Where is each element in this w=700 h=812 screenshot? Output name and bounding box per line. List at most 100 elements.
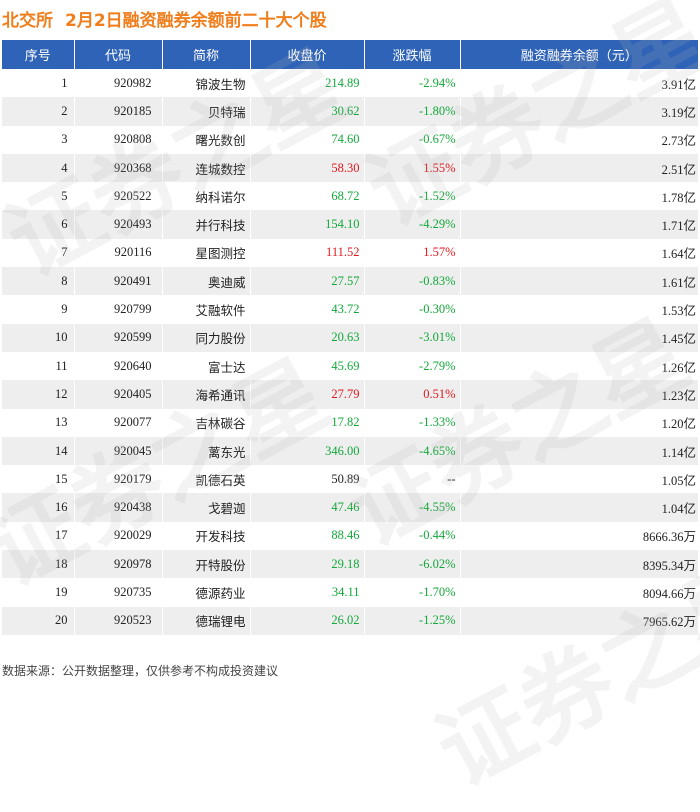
table-row: 19 920735 德源药业 34.11 -1.70% 8094.66万 <box>2 578 698 607</box>
cell-change: -0.67% <box>364 125 461 154</box>
cell-change: -1.25% <box>364 606 461 635</box>
cell-code: 920978 <box>74 550 163 579</box>
cell-balance: 1.05亿 <box>460 465 698 494</box>
balance-unit: 亿 <box>683 161 696 177</box>
cell-code: 920045 <box>74 436 163 466</box>
balance-value: 3.91 <box>661 77 684 92</box>
cell-code: 920029 <box>74 521 163 551</box>
page-title: 2月2日融资融券余额前二十大个股 <box>65 10 327 31</box>
table-row: 2 920185 贝特瑞 30.62 -1.80% 3.19亿 <box>2 97 698 126</box>
table-row: 18 920978 开特股份 29.18 -6.02% 8395.34万 <box>2 550 698 579</box>
balance-value: 1.05 <box>661 473 684 488</box>
cell-name: 星图测控 <box>162 238 251 268</box>
cell-balance: 2.73亿 <box>460 125 698 154</box>
cell-change: -0.83% <box>364 267 461 296</box>
cell-seq: 4 <box>2 153 75 183</box>
balance-value: 1.45 <box>661 332 684 347</box>
cell-seq: 3 <box>2 125 75 154</box>
cell-price: 27.57 <box>250 267 365 296</box>
column-header-balance: 融资融券余额（元） <box>460 40 698 69</box>
cell-code: 920523 <box>74 606 163 635</box>
balance-unit: 亿 <box>683 416 696 432</box>
table-row: 17 920029 开发科技 88.46 -0.44% 8666.36万 <box>2 521 698 551</box>
table-row: 6 920493 并行科技 154.10 -4.29% 1.71亿 <box>2 210 698 239</box>
balance-unit: 亿 <box>683 76 696 92</box>
cell-code: 920640 <box>74 351 163 381</box>
balance-value: 1.71 <box>661 219 684 234</box>
cell-balance: 8666.36万 <box>460 521 698 551</box>
cell-change: 1.57% <box>364 238 461 268</box>
cell-balance: 1.53亿 <box>460 295 698 324</box>
cell-name: 富士达 <box>162 351 251 381</box>
column-header-name: 简称 <box>162 40 251 69</box>
cell-change: -1.33% <box>364 408 461 437</box>
cell-change: -1.52% <box>364 182 461 211</box>
cell-seq: 19 <box>2 578 75 607</box>
cell-code: 920438 <box>74 493 163 522</box>
cell-code: 920179 <box>74 465 163 494</box>
cell-code: 920982 <box>74 69 163 98</box>
table-row: 13 920077 吉林碳谷 17.82 -1.33% 1.20亿 <box>2 408 698 437</box>
cell-seq: 10 <box>2 323 75 352</box>
cell-price: 346.00 <box>250 436 365 466</box>
cell-balance: 1.04亿 <box>460 493 698 522</box>
cell-change: -3.01% <box>364 323 461 352</box>
balance-unit: 亿 <box>683 501 696 517</box>
cell-balance: 2.51亿 <box>460 153 698 183</box>
cell-balance: 3.91亿 <box>460 69 698 98</box>
balance-unit: 亿 <box>683 331 696 347</box>
cell-name: 同力股份 <box>162 323 251 352</box>
balance-unit: 亿 <box>683 387 696 403</box>
table-row: 5 920522 纳科诺尔 68.72 -1.52% 1.78亿 <box>2 182 698 211</box>
cell-name: 戈碧迦 <box>162 493 251 522</box>
cell-seq: 12 <box>2 380 75 409</box>
cell-change: -4.29% <box>364 210 461 239</box>
cell-balance: 8395.34万 <box>460 550 698 579</box>
balance-value: 1.14 <box>661 445 684 460</box>
cell-change: -4.55% <box>364 493 461 522</box>
column-header-price: 收盘价 <box>250 40 365 69</box>
cell-price: 74.60 <box>250 125 365 154</box>
cell-price: 58.30 <box>250 153 365 183</box>
cell-price: 214.89 <box>250 69 365 98</box>
balance-unit: 亿 <box>683 274 696 290</box>
cell-name: 奥迪威 <box>162 267 251 296</box>
cell-seq: 7 <box>2 238 75 268</box>
cell-price: 26.02 <box>250 606 365 635</box>
cell-balance: 7965.62万 <box>460 606 698 635</box>
table-row: 20 920523 德瑞锂电 26.02 -1.25% 7965.62万 <box>2 606 698 635</box>
cell-seq: 13 <box>2 408 75 437</box>
cell-code: 920491 <box>74 267 163 296</box>
cell-balance: 1.20亿 <box>460 408 698 437</box>
balance-value: 3.19 <box>661 105 684 120</box>
cell-change: -2.94% <box>364 69 461 98</box>
column-header-change: 涨跌幅 <box>364 40 461 69</box>
balance-unit: 亿 <box>683 104 696 120</box>
cell-change: -- <box>364 465 461 494</box>
cell-seq: 8 <box>2 267 75 296</box>
cell-change: -6.02% <box>364 550 461 579</box>
cell-change: 1.55% <box>364 153 461 183</box>
balance-unit: 万 <box>683 557 696 573</box>
cell-balance: 1.14亿 <box>460 436 698 466</box>
balance-value: 1.23 <box>661 388 684 403</box>
title-bar: 北交所 2月2日融资融券余额前二十大个股 <box>0 0 700 36</box>
balance-unit: 万 <box>683 529 696 545</box>
cell-price: 50.89 <box>250 465 365 494</box>
balance-value: 1.04 <box>661 502 684 517</box>
balance-unit: 亿 <box>683 472 696 488</box>
balance-value: 1.26 <box>661 360 684 375</box>
cell-change: -0.30% <box>364 295 461 324</box>
balance-value: 8094.66 <box>642 586 684 601</box>
margin-balance-table: 序号 代码 简称 收盘价 涨跌幅 融资融券余额（元） 1 920982 锦波生物 21… <box>2 40 698 635</box>
table-row: 3 920808 曙光数创 74.60 -0.67% 2.73亿 <box>2 125 698 154</box>
cell-code: 920735 <box>74 578 163 607</box>
cell-name: 贝特瑞 <box>162 97 251 126</box>
table-header-row: 序号 代码 简称 收盘价 涨跌幅 融资融券余额（元） <box>2 40 698 69</box>
cell-balance: 8094.66万 <box>460 578 698 607</box>
table-row: 7 920116 星图测控 111.52 1.57% 1.64亿 <box>2 238 698 268</box>
cell-name: 德瑞锂电 <box>162 606 251 635</box>
table-row: 11 920640 富士达 45.69 -2.79% 1.26亿 <box>2 351 698 381</box>
balance-unit: 亿 <box>683 303 696 319</box>
cell-price: 43.72 <box>250 295 365 324</box>
